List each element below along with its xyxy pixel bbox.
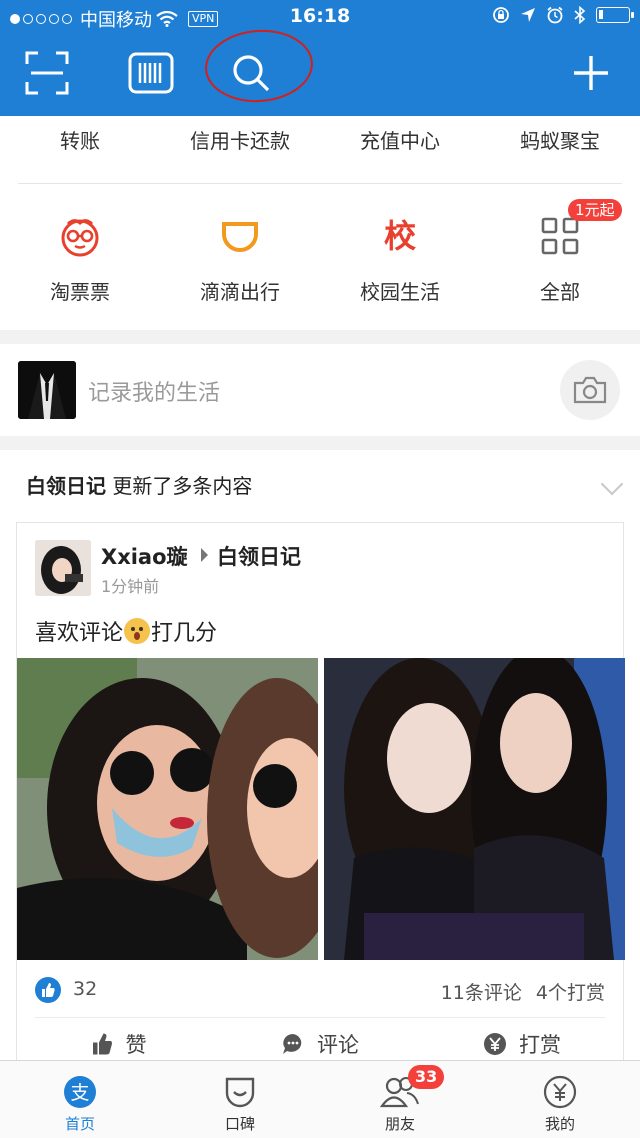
bluetooth-icon [574, 6, 586, 24]
post-photo-1[interactable] [17, 658, 318, 960]
chevron-down-icon[interactable] [600, 472, 624, 496]
profile-icon [543, 1075, 577, 1109]
quick-action-transfer[interactable]: 转账 [0, 116, 160, 182]
promo-badge: 1元起 [568, 199, 622, 221]
scan-button[interactable] [24, 50, 74, 100]
comment-count[interactable]: 11条评论 [441, 982, 522, 1004]
app-label: 校园生活 [360, 280, 440, 304]
post-stats: 32 11条评论 4个打赏 [17, 975, 623, 1005]
post-actions: 赞 评论 打赏 [17, 1029, 623, 1059]
like-label: 赞 [125, 1033, 147, 1057]
group-photo [324, 658, 625, 960]
glasses-face-icon [61, 219, 99, 257]
tip-count[interactable]: 4个打赏 [536, 982, 605, 1004]
location-icon [521, 8, 535, 22]
svg-text:支: 支 [70, 1082, 89, 1104]
tab-label: 首页 [64, 1115, 95, 1133]
quick-action-topup[interactable]: 充值中心 [320, 116, 480, 182]
camera-button[interactable] [560, 360, 620, 420]
tab-label: 口碑 [224, 1115, 255, 1133]
feed-header[interactable]: 白领日记 更新了多条内容 [26, 470, 252, 499]
app-label: 淘票票 [50, 280, 110, 304]
post-text-start: 喜欢评论 [35, 621, 124, 646]
post-author-name[interactable]: Xxiao璇 [101, 541, 188, 571]
feed-card: 白领日记 更新了多条内容 Xxiao璇 白领日记 1分钟前 喜欢评论 打几分 3… [0, 450, 640, 1062]
post-group-name[interactable]: 白领日记 [217, 541, 301, 571]
didi-icon [222, 222, 258, 252]
like-count: 32 [73, 978, 98, 1000]
app-label: 全部 [540, 280, 580, 304]
header-toolbar [0, 34, 640, 116]
app-label: 滴滴出行 [200, 280, 280, 304]
suit-avatar-icon [18, 361, 76, 419]
feed-source: 白领日记 [26, 474, 106, 498]
quick-actions-row: 转账 信用卡还款 充值中心 蚂蚁聚宝 [0, 116, 640, 182]
tab-label: 我的 [544, 1115, 575, 1133]
selfie-photo [17, 658, 318, 960]
triangle-right-icon [201, 548, 208, 562]
like-button[interactable]: 赞 [17, 1029, 219, 1059]
post-author-avatar[interactable] [35, 540, 91, 596]
tab-home[interactable]: 支 首页 [0, 1061, 160, 1138]
app-campus-life[interactable]: 校 校园生活 [320, 212, 480, 305]
comment-label: 评论 [317, 1033, 359, 1057]
post-text-end: 打几分 [151, 621, 218, 646]
alarm-icon [547, 6, 563, 24]
quick-action-ant-fortune[interactable]: 蚂蚁聚宝 [480, 116, 640, 182]
plus-icon [574, 56, 608, 90]
koubei-icon [225, 1077, 255, 1108]
rotation-lock-icon [493, 7, 509, 23]
battery-icon [596, 7, 634, 23]
quick-action-credit-card[interactable]: 信用卡还款 [160, 116, 320, 182]
status-bar: 中国移动 VPN 16:18 [0, 0, 640, 34]
record-placeholder[interactable]: 记录我的生活 [88, 375, 220, 407]
feed-post: Xxiao璇 白领日记 1分钟前 喜欢评论 打几分 32 11条评论 4个打赏 … [16, 522, 625, 1062]
post-stats-right: 11条评论 4个打赏 [427, 978, 605, 1005]
avatar[interactable] [18, 361, 76, 419]
camera-icon [573, 376, 607, 404]
record-life-card[interactable]: 记录我的生活 [0, 344, 640, 436]
alipay-icon: 支 [64, 1076, 96, 1108]
thumbs-up-icon [35, 977, 61, 1003]
post-divider [35, 1017, 605, 1018]
tab-friends[interactable]: 朋友 33 [320, 1061, 480, 1138]
post-text: 喜欢评论 打几分 [35, 615, 217, 647]
app-header: 中国移动 VPN 16:18 [0, 0, 640, 116]
comment-icon [283, 1034, 302, 1054]
tip-label: 打赏 [519, 1033, 561, 1057]
author-photo [35, 540, 91, 596]
apps-row: 淘票票 滴滴出行 校 校园生活 全部 [0, 212, 640, 305]
bottom-tab-bar: 支 首页 口碑 朋友 33 我的 [0, 1060, 640, 1138]
add-button[interactable] [568, 50, 618, 100]
tab-label: 朋友 [384, 1115, 415, 1133]
post-photo-2[interactable] [324, 658, 625, 960]
status-right [492, 6, 634, 24]
feed-update-text: 更新了多条内容 [112, 474, 253, 498]
thumbs-up-icon [92, 1033, 112, 1055]
post-time: 1分钟前 [101, 577, 160, 596]
yen-coin-icon [484, 1033, 506, 1055]
app-all[interactable]: 全部 [480, 212, 640, 305]
barcode-icon [128, 52, 174, 94]
comment-button[interactable]: 评论 [219, 1029, 421, 1059]
grid-icon [541, 217, 579, 255]
campus-icon: 校 [383, 217, 416, 255]
app-didi[interactable]: 滴滴出行 [160, 212, 320, 305]
grid-divider [18, 183, 622, 184]
tab-koubei[interactable]: 口碑 [160, 1061, 320, 1138]
barcode-button[interactable] [128, 50, 178, 100]
scan-icon [25, 51, 69, 95]
shocked-face-emoji-icon [124, 618, 151, 644]
tip-button[interactable]: 打赏 [421, 1029, 623, 1059]
services-grid: 转账 信用卡还款 充值中心 蚂蚁聚宝 淘票票 滴滴出行 校 校园生活 全部 1元… [0, 116, 640, 330]
friends-badge: 33 [408, 1065, 445, 1089]
app-taopiaopiao[interactable]: 淘票票 [0, 212, 160, 305]
tab-profile[interactable]: 我的 [480, 1061, 640, 1138]
